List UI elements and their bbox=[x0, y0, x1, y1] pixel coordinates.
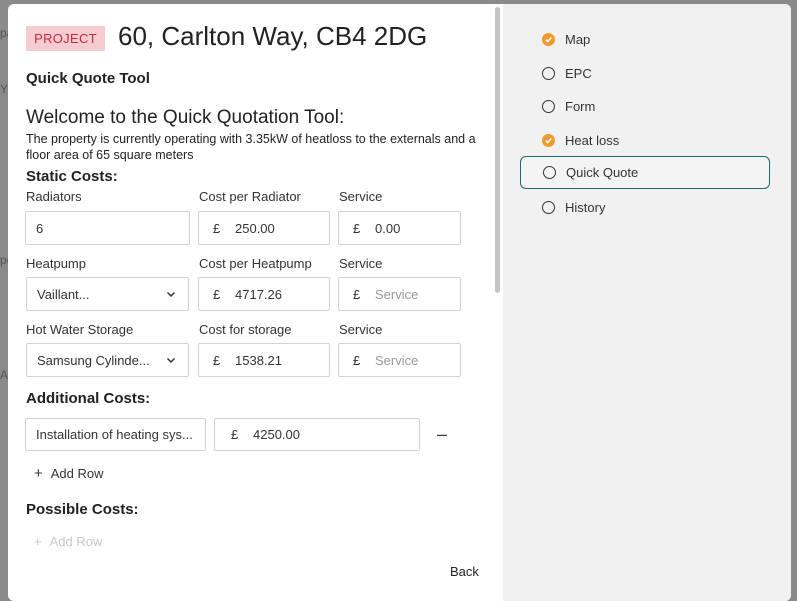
step-label: Quick Quote bbox=[566, 165, 639, 180]
tool-subtitle: Quick Quote Tool bbox=[26, 70, 150, 87]
pound-icon: £ bbox=[353, 220, 361, 236]
add-possible-row-button[interactable]: + Add Row bbox=[34, 534, 102, 549]
heatpump-select[interactable]: Vaillant... bbox=[26, 277, 189, 311]
step-quick-quote[interactable]: Quick Quote bbox=[520, 156, 770, 189]
welcome-heading: Welcome to the Quick Quotation Tool: bbox=[26, 107, 345, 128]
step-map[interactable]: Map bbox=[520, 23, 770, 55]
step-epc[interactable]: EPC bbox=[520, 57, 770, 89]
plus-icon: + bbox=[34, 534, 42, 549]
remove-row-button[interactable]: – bbox=[434, 425, 450, 443]
static-costs-heading: Static Costs: bbox=[26, 168, 118, 185]
pound-icon: £ bbox=[213, 220, 221, 236]
storage-service-label: Service bbox=[339, 322, 383, 337]
heatpump-label: Heatpump bbox=[26, 256, 86, 271]
page-title: 60, Carlton Way, CB4 2DG bbox=[118, 21, 428, 51]
cost-per-radiator-label: Cost per Radiator bbox=[199, 189, 301, 204]
pound-icon: £ bbox=[213, 286, 221, 302]
cost-for-storage-input[interactable]: £ 1538.21 bbox=[198, 343, 330, 377]
step-label: Map bbox=[565, 31, 591, 47]
cost-per-heatpump-input[interactable]: £ 4717.26 bbox=[198, 277, 330, 311]
step-form[interactable]: Form bbox=[520, 90, 770, 122]
empty-circle-icon bbox=[542, 200, 555, 214]
radiator-service-input[interactable]: £ 0.00 bbox=[338, 211, 461, 245]
chevron-down-icon bbox=[166, 291, 176, 298]
step-history[interactable]: History bbox=[520, 191, 770, 223]
possible-costs-heading: Possible Costs: bbox=[26, 501, 139, 518]
scrollbar[interactable] bbox=[495, 7, 500, 293]
add-row-label: Add Row bbox=[49, 534, 103, 549]
additional-cost-amount-input[interactable]: £ 4250.00 bbox=[214, 418, 420, 451]
step-label: Form bbox=[565, 98, 596, 114]
step-label: History bbox=[565, 199, 606, 215]
add-row-label: Add Row bbox=[50, 466, 104, 481]
radiators-label: Radiators bbox=[26, 189, 82, 204]
radiator-service-label: Service bbox=[339, 189, 383, 204]
step-label: Heat loss bbox=[565, 132, 620, 148]
empty-circle-icon bbox=[542, 99, 555, 113]
step-heat-loss[interactable]: Heat loss bbox=[520, 124, 770, 156]
back-button[interactable]: Back bbox=[450, 564, 479, 579]
empty-circle-icon bbox=[542, 66, 555, 80]
storage-label: Hot Water Storage bbox=[26, 322, 134, 337]
pound-icon: £ bbox=[353, 286, 361, 302]
check-circle-icon bbox=[542, 32, 555, 46]
project-badge: PROJECT bbox=[26, 26, 105, 51]
quote-form-panel: PROJECT 60, Carlton Way, CB4 2DG Quick Q… bbox=[8, 4, 503, 601]
radiators-input[interactable]: 6 bbox=[25, 211, 190, 245]
cost-per-heatpump-label: Cost per Heatpump bbox=[199, 256, 312, 271]
storage-select[interactable]: Samsung Cylinde... bbox=[26, 343, 189, 377]
cost-for-storage-label: Cost for storage bbox=[199, 322, 292, 337]
heatpump-service-label: Service bbox=[339, 256, 383, 271]
additional-cost-description-input[interactable]: Installation of heating sys... bbox=[25, 418, 206, 451]
pound-icon: £ bbox=[231, 427, 239, 442]
cost-per-radiator-input[interactable]: £ 250.00 bbox=[198, 211, 330, 245]
storage-service-input[interactable]: £ Service bbox=[338, 343, 461, 377]
progress-sidebar: Map EPC Form Heat loss Quick Quote Histo… bbox=[503, 4, 791, 601]
empty-circle-icon bbox=[543, 166, 556, 179]
quick-quote-modal: PROJECT 60, Carlton Way, CB4 2DG Quick Q… bbox=[8, 4, 791, 601]
property-description: The property is currently operating with… bbox=[26, 132, 476, 162]
pound-icon: £ bbox=[213, 352, 221, 368]
step-label: EPC bbox=[565, 65, 592, 81]
chevron-down-icon bbox=[166, 357, 176, 364]
pound-icon: £ bbox=[353, 352, 361, 368]
plus-icon: + bbox=[34, 465, 43, 482]
add-additional-row-button[interactable]: + Add Row bbox=[34, 465, 104, 482]
check-circle-icon bbox=[542, 133, 555, 147]
heatpump-service-input[interactable]: £ Service bbox=[338, 277, 461, 311]
additional-costs-heading: Additional Costs: bbox=[26, 390, 151, 407]
